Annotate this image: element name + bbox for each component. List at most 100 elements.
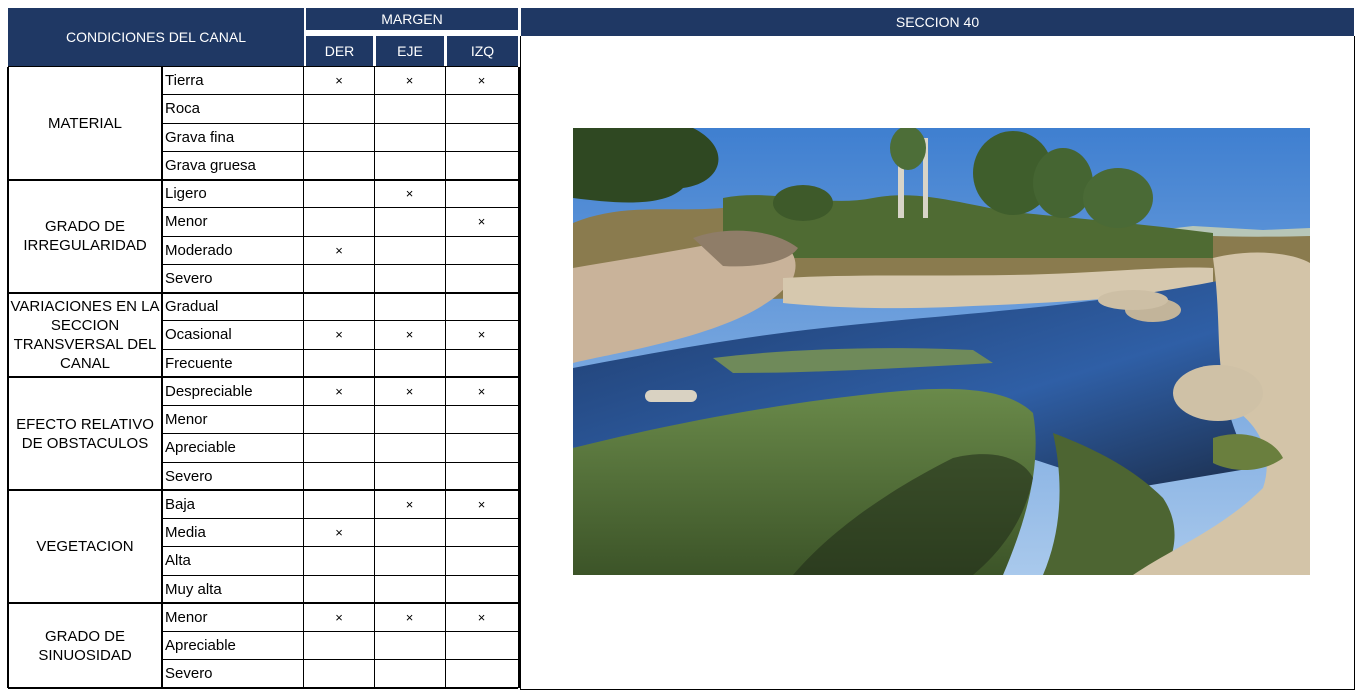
row-label: Apreciable <box>165 637 236 655</box>
mark-izq <box>445 575 518 603</box>
header-seccion: SECCION 40 <box>521 8 1354 36</box>
header-eje: EJE <box>376 36 444 66</box>
header-der-text: DER <box>324 43 355 59</box>
mark-izq <box>445 660 518 688</box>
row-label: Alta <box>165 552 191 570</box>
mark-eje <box>374 264 445 292</box>
row-label: Menor <box>165 213 208 231</box>
mark-izq <box>445 406 518 434</box>
row-label: Ocasional <box>165 326 232 344</box>
der-column-border <box>374 66 375 688</box>
group-divider <box>8 687 518 689</box>
row-label: Menor <box>165 608 208 626</box>
row-label: Roca <box>165 100 201 118</box>
row-label: Severo <box>165 665 213 683</box>
mark-izq <box>445 236 518 264</box>
mark-der <box>304 575 374 603</box>
mark-der: × <box>335 73 343 89</box>
header-izq-text: IZQ <box>470 43 495 59</box>
mark-der <box>304 293 374 321</box>
mark-eje <box>374 293 445 321</box>
table-left-border <box>7 66 9 688</box>
mark-izq: × <box>477 609 486 625</box>
header-condiciones: CONDICIONES DEL CANAL <box>8 8 304 66</box>
row-label: Menor <box>165 411 208 429</box>
row-label: Grava gruesa <box>165 156 256 174</box>
row-label: Severo <box>165 467 213 485</box>
mark-eje: × <box>405 73 414 89</box>
mark-eje <box>374 151 445 179</box>
mark-izq <box>445 293 518 321</box>
mark-eje <box>374 575 445 603</box>
mark-izq: × <box>477 383 486 399</box>
header-margen: MARGEN <box>306 8 518 30</box>
mark-der <box>304 180 374 208</box>
mark-der: × <box>335 525 343 541</box>
mark-izq <box>445 180 518 208</box>
eje-column-border <box>445 66 446 688</box>
mark-eje: × <box>405 383 414 399</box>
header-der: DER <box>306 36 373 66</box>
mark-eje <box>374 123 445 151</box>
mark-der <box>304 490 374 518</box>
label-column-border <box>303 66 304 688</box>
row-label: Muy alta <box>165 580 222 598</box>
group-name: GRADO DE SINUOSIDAD <box>38 627 132 664</box>
header-seccion-text: SECCION 40 <box>895 14 980 30</box>
group-name: VEGETACION <box>36 538 134 556</box>
mark-der <box>304 264 374 292</box>
mark-eje <box>374 632 445 660</box>
mark-eje <box>374 95 445 123</box>
mark-der <box>304 151 374 179</box>
mark-der: × <box>335 609 343 625</box>
mark-der <box>304 349 374 377</box>
mark-izq <box>445 264 518 292</box>
mark-eje <box>374 349 445 377</box>
mark-izq <box>445 151 518 179</box>
group-name: VARIACIONES EN LA SECCION TRANSVERSAL DE… <box>10 297 160 372</box>
mark-izq <box>445 434 518 462</box>
mark-der <box>304 660 374 688</box>
mark-der <box>304 95 374 123</box>
mark-eje: × <box>405 186 414 202</box>
mark-eje: × <box>405 609 414 625</box>
mark-eje <box>374 406 445 434</box>
mark-eje <box>374 208 445 236</box>
row-label: Gradual <box>165 298 219 316</box>
group-column-border <box>161 66 163 688</box>
mark-izq <box>445 349 518 377</box>
mark-eje: × <box>405 327 414 343</box>
mark-der <box>304 632 374 660</box>
mark-izq <box>445 547 518 575</box>
river-photo <box>573 128 1310 575</box>
group-name: GRADO DE IRREGULARIDAD <box>23 218 147 254</box>
mark-der <box>304 123 374 151</box>
mark-izq <box>445 519 518 547</box>
mark-der <box>304 406 374 434</box>
mark-der <box>304 208 374 236</box>
mark-eje <box>374 660 445 688</box>
row-label: Media <box>165 524 206 542</box>
mark-izq: × <box>477 327 486 343</box>
mark-eje: × <box>405 496 414 512</box>
mark-izq: × <box>477 496 486 512</box>
row-label: Moderado <box>165 241 233 259</box>
group-name: EFECTO RELATIVO DE OBSTACULOS <box>16 415 154 452</box>
header-izq: IZQ <box>447 36 518 66</box>
mark-eje <box>374 236 445 264</box>
mark-izq <box>445 462 518 490</box>
mark-eje <box>374 547 445 575</box>
mark-izq: × <box>477 214 486 230</box>
mark-der <box>304 462 374 490</box>
row-label: Severo <box>165 269 213 287</box>
mark-izq <box>445 123 518 151</box>
row-label: Despreciable <box>165 382 253 400</box>
mark-der: × <box>335 327 343 343</box>
header-eje-text: EJE <box>397 43 423 59</box>
row-label: Baja <box>165 495 196 513</box>
group-name: MATERIAL <box>48 114 122 132</box>
header-condiciones-text: CONDICIONES DEL CANAL <box>66 29 246 45</box>
table-top-border <box>8 65 518 67</box>
mark-izq <box>445 95 518 123</box>
mark-izq <box>445 632 518 660</box>
